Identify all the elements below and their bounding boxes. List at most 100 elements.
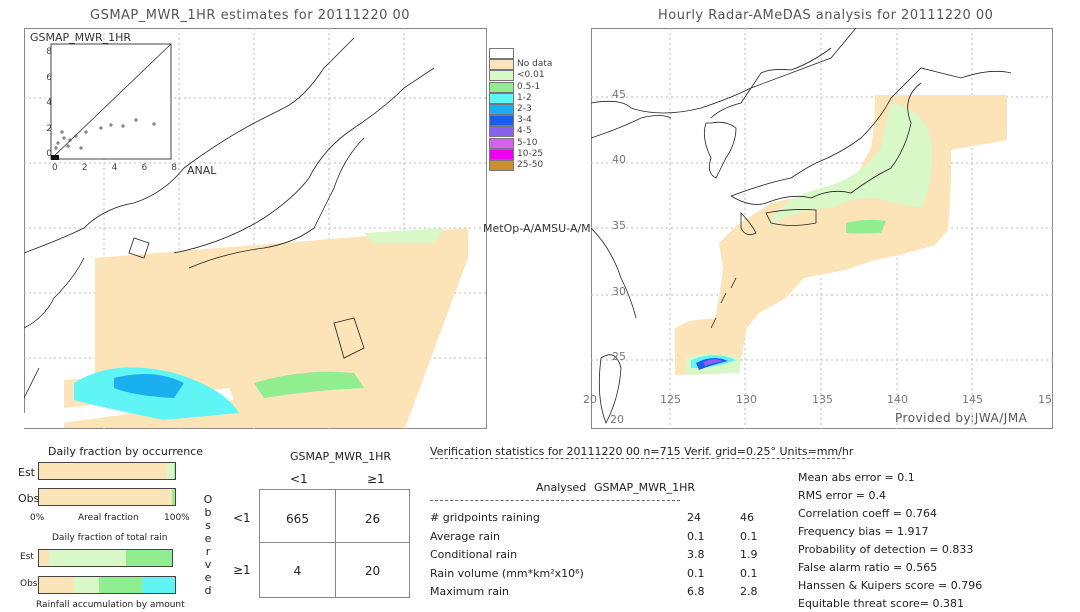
legend-label: 25-50 — [517, 160, 544, 170]
col-header: <1 — [290, 472, 308, 486]
col-analysed: Analysed — [536, 481, 587, 494]
legend-swatch — [489, 59, 514, 71]
score: False alarm ratio = 0.565 — [798, 561, 938, 574]
stat-analysed: 3.8 — [687, 548, 705, 561]
inset-xtick: 2 — [81, 163, 88, 173]
observed-letter: e — [204, 571, 212, 584]
legend-label: 5-10 — [517, 137, 538, 148]
lat-tick: 30 — [612, 285, 626, 298]
legend-label: 3-4 — [517, 115, 532, 126]
stat-gsmap: 1.9 — [740, 548, 758, 561]
lat-tick: 25 — [612, 350, 626, 363]
col-header: ≥1 — [367, 472, 385, 486]
accumulation-label: Rainfall accumulation by amount — [36, 600, 185, 610]
cell: 20 — [364, 564, 381, 578]
legend-swatch — [489, 48, 514, 59]
legend-swatch — [489, 70, 514, 82]
observed-label: Observed — [203, 493, 213, 597]
axis-label: Areal fraction — [78, 513, 139, 523]
stat-gsmap: 2.8 — [740, 585, 758, 598]
est-occurrence-bar — [38, 462, 176, 480]
data-credit: Provided by:JWA/JMA — [895, 411, 1028, 425]
stat-label: Rain volume (mm*km²x10⁶) — [430, 566, 584, 580]
obs-label: Obs — [18, 492, 40, 505]
legend-label: 4-5 — [517, 126, 532, 137]
stats-header: Verification statistics for 20111220 00 … — [430, 445, 854, 458]
row-header: <1 — [233, 511, 251, 525]
inset-ytick: 4 — [46, 98, 52, 108]
lon-tick: 135 — [812, 393, 833, 406]
scatter-inset — [50, 43, 172, 160]
legend-label: 2-3 — [517, 104, 532, 114]
inset-xtick: 0 — [52, 163, 58, 173]
stat-analysed: 24 — [687, 511, 701, 524]
lat-tick: 35 — [612, 219, 626, 232]
cell-hit: 665 — [286, 512, 309, 526]
legend-swatch — [489, 137, 514, 149]
est-label: Est — [20, 552, 34, 562]
obs-label: Obs — [20, 579, 38, 589]
stat-analysed: 0.1 — [687, 529, 705, 543]
inset-ytick: 2 — [46, 123, 52, 134]
contingency-title: GSMAP_MWR_1HR — [290, 450, 392, 463]
legend-label: 1-2 — [517, 92, 532, 103]
inset-xlabel: ANAL — [187, 164, 217, 177]
legend-swatch — [489, 148, 514, 160]
lat-tick: 20 — [610, 413, 624, 426]
observed-letter: e — [204, 532, 212, 545]
stat-label: Average rain — [430, 529, 500, 543]
observed-letter: b — [204, 506, 212, 519]
inset-xtick: 4 — [111, 163, 118, 173]
cell: 26 — [364, 512, 381, 526]
contingency-table: 665 26 4 20 — [259, 489, 410, 598]
legend-label: 10-25 — [517, 148, 544, 159]
legend-swatch — [489, 160, 514, 171]
stat-label: Conditional rain — [430, 548, 518, 561]
left-map — [24, 28, 487, 429]
inset-xtick: 8 — [171, 163, 177, 173]
stat-analysed: 6.8 — [687, 585, 705, 598]
divider — [430, 458, 845, 459]
right-map — [591, 28, 1053, 429]
inset-ytick: 6 — [46, 72, 52, 83]
lon-tick: 140 — [887, 393, 908, 406]
divider — [430, 500, 680, 501]
inset-xtick: 6 — [141, 163, 148, 173]
score: Hanssen & Kuipers score = 0.796 — [798, 579, 983, 592]
lon-tick: 15 — [1038, 393, 1052, 406]
stat-analysed: 0.1 — [687, 566, 705, 580]
inset-ytick: 0 — [46, 149, 52, 159]
observed-letter: d — [204, 584, 212, 597]
lon-tick: 130 — [736, 393, 757, 406]
total-rain-title: Daily fraction of total rain — [52, 533, 168, 543]
score: Frequency bias = 1.917 — [798, 525, 929, 538]
axis-0: 0% — [30, 513, 45, 523]
lon-tick: 145 — [962, 393, 983, 406]
stat-gsmap: 46 — [740, 511, 754, 524]
legend-label: <0.01 — [517, 70, 545, 81]
score: Probability of detection = 0.833 — [798, 543, 974, 556]
score: Mean abs error = 0.1 — [798, 471, 915, 484]
score: Correlation coeff = 0.764 — [798, 507, 937, 520]
legend-swatch — [489, 81, 514, 93]
left-map-title: GSMAP_MWR_1HR estimates for 20111220 00 — [90, 8, 411, 23]
legend-swatch — [489, 104, 514, 115]
right-map-title: Hourly Radar-AMeDAS analysis for 2011122… — [658, 8, 994, 23]
obs-occurrence-bar — [38, 488, 176, 506]
legend-label: 0.5-1 — [517, 81, 541, 92]
lat-tick: 45 — [612, 88, 626, 101]
cell: 4 — [293, 564, 302, 578]
score: RMS error = 0.4 — [798, 489, 886, 502]
stat-label: Maximum rain — [430, 585, 509, 598]
observed-letter: v — [204, 558, 212, 571]
est-label: Est — [18, 466, 35, 479]
lon-tick: 20 — [583, 393, 597, 406]
satellite-label: MetOp-A/AMSU-A/M — [483, 222, 591, 235]
legend-swatch — [489, 92, 514, 104]
observed-letter: O — [203, 493, 213, 506]
axis-100: 100% — [164, 513, 190, 523]
obs-total-rain-bar — [38, 576, 176, 594]
lat-tick: 40 — [612, 153, 626, 166]
observed-letter: r — [205, 545, 211, 558]
col-gsmap: GSMAP_MWR_1HR — [594, 481, 696, 494]
